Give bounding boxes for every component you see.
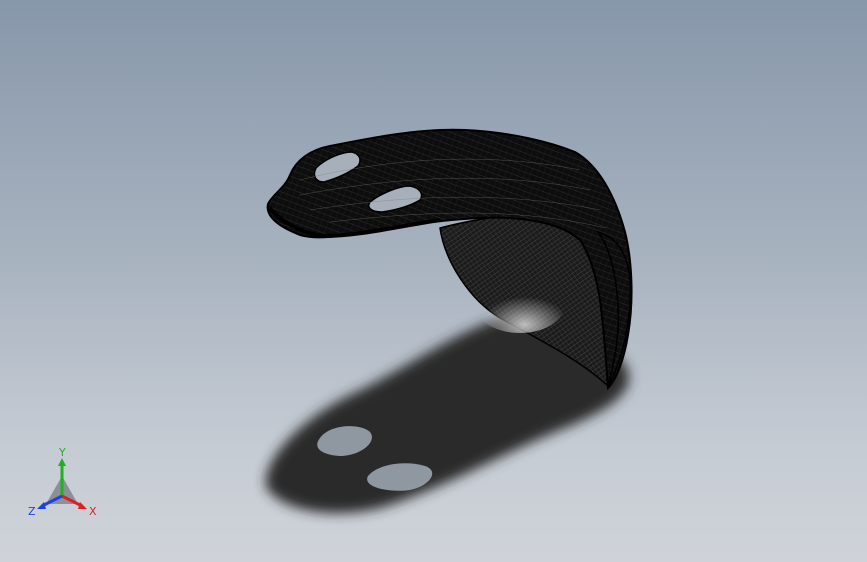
y-axis-label: Y: [58, 446, 66, 459]
graphics-viewport[interactable]: Y X Z: [0, 0, 867, 562]
x-axis-label: X: [89, 505, 97, 518]
y-axis-arrow-icon: [58, 458, 66, 466]
3d-scene[interactable]: [0, 0, 867, 562]
axis-triad: Y X Z: [28, 446, 97, 518]
z-axis-label: Z: [28, 505, 36, 518]
